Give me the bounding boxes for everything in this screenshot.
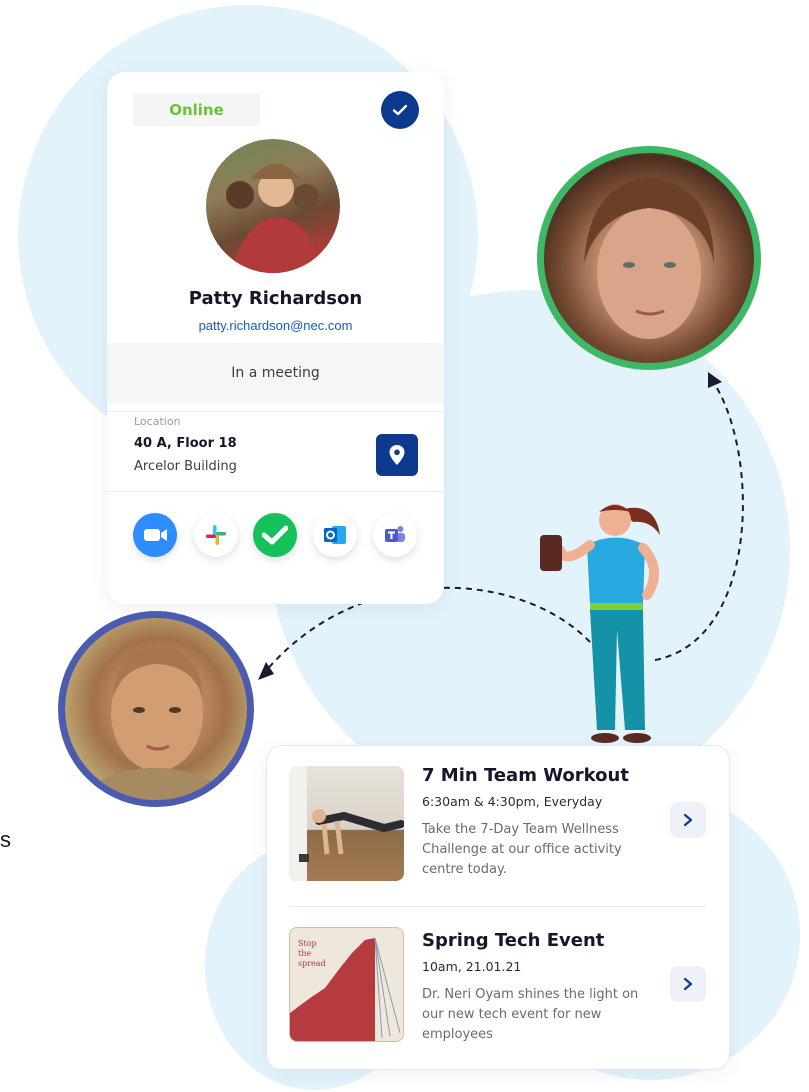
divider xyxy=(289,906,707,907)
verified-check-icon[interactable] xyxy=(381,91,419,129)
location-caption: Location xyxy=(134,415,181,428)
divider xyxy=(107,491,444,492)
person-illustration xyxy=(540,504,660,743)
svg-text:spread: spread xyxy=(298,959,326,968)
event-open-button[interactable] xyxy=(670,802,706,838)
svg-text:Stop: Stop xyxy=(298,939,317,948)
contact-avatar[interactable] xyxy=(58,611,254,807)
profile-name: Patty Richardson xyxy=(188,288,363,309)
status-badge: Online xyxy=(133,93,260,126)
event-description: Take the 7-Day Team Wellness Challenge a… xyxy=(422,822,622,877)
location-room: 40 A, Floor 18 xyxy=(134,436,237,451)
events-card: 7 Min Team Workout 6:30am & 4:30pm, Ever… xyxy=(266,745,730,1070)
profile-email[interactable]: patty.richardson@nec.com xyxy=(107,318,444,333)
chevron-right-icon xyxy=(683,813,693,827)
event-thumbnail xyxy=(289,766,404,881)
wrike-icon[interactable] xyxy=(253,513,297,557)
event-title: Spring Tech Event xyxy=(422,930,605,951)
event-title: 7 Min Team Workout xyxy=(422,765,629,786)
event-time: 6:30am & 4:30pm, Everyday xyxy=(422,794,603,809)
map-pin-button[interactable] xyxy=(376,434,418,476)
location-building: Arcelor Building xyxy=(134,459,237,474)
svg-text:the: the xyxy=(298,949,311,958)
event-open-button[interactable] xyxy=(670,966,706,1002)
outlook-icon[interactable] xyxy=(313,513,357,557)
chevron-right-icon xyxy=(683,977,693,991)
teams-icon[interactable] xyxy=(373,513,417,557)
map-pin-icon xyxy=(389,445,405,465)
event-time: 10am, 21.01.21 xyxy=(422,959,522,974)
avatar xyxy=(206,139,340,273)
contact-avatar[interactable] xyxy=(537,146,761,370)
cropped-text: s xyxy=(0,827,11,852)
profile-card: Online Patty Richardson patty.richardson… xyxy=(107,72,444,604)
zoom-icon[interactable] xyxy=(133,513,177,557)
slack-icon[interactable] xyxy=(194,513,238,557)
event-thumbnail: Stop the spread xyxy=(289,927,404,1042)
event-description: Dr. Neri Oyam shines the light on our ne… xyxy=(422,987,639,1042)
divider xyxy=(107,411,444,412)
presence-label: In a meeting xyxy=(231,365,320,381)
presence-status: In a meeting xyxy=(107,343,444,403)
